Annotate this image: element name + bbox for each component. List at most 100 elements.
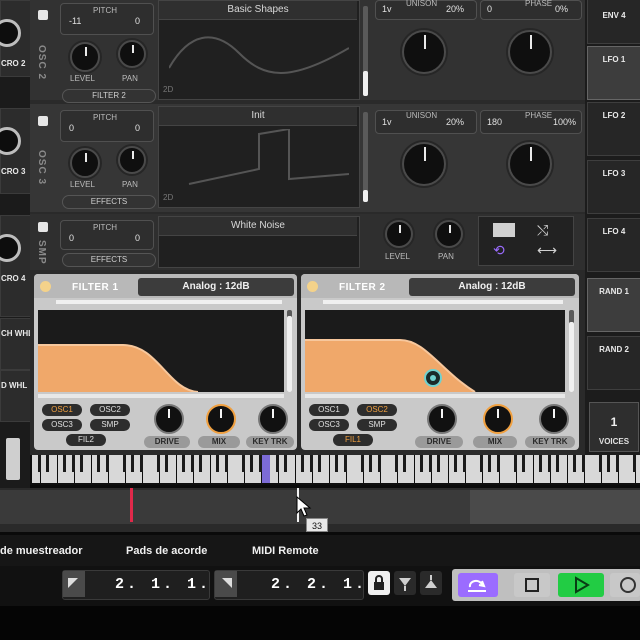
left-locator[interactable]: 2. 1. 1. 0 [62,570,232,600]
piano-white-key[interactable] [559,455,567,483]
filter2-route-smp[interactable]: SMP [357,419,397,431]
piano-white-key[interactable] [168,455,176,483]
osc3-phase-random[interactable]: 100% [553,117,576,127]
smp-route-selector[interactable]: EFFECTS [62,253,156,267]
smp-sample-display[interactable]: White Noise [158,216,360,268]
cycle-icon[interactable] [458,573,498,597]
piano-keyboard[interactable] [30,455,640,485]
timeline-strip[interactable]: 33 [0,488,640,532]
lock-icon[interactable] [368,571,390,595]
left-tab-macro-2[interactable]: CRO 2 [0,0,32,77]
osc2-phase-value[interactable]: 0 [487,4,492,14]
filter2-type-selector[interactable]: Analog : 12dB [409,278,575,296]
osc3-enable-toggle[interactable] [38,116,48,126]
filter1-route-smp[interactable]: SMP [90,419,130,431]
filter1-cutoff-slider[interactable] [38,394,284,398]
osc3-unison-knob[interactable] [402,142,446,186]
random-start-icon[interactable]: ⤭ [537,223,559,237]
osc3-route-selector[interactable]: EFFECTS [62,195,156,209]
piano-white-key[interactable] [227,455,236,483]
tab-sampler-control[interactable]: de muestreador [0,545,83,557]
piano-white-key[interactable] [287,455,295,483]
piano-white-key[interactable] [465,455,474,483]
piano-white-key[interactable] [202,455,210,483]
play-icon[interactable] [558,573,604,597]
filter1-enable-toggle[interactable] [40,281,51,292]
osc3-pan-knob[interactable] [118,146,146,174]
macro-4-knob[interactable] [0,234,21,262]
osc2-pitch-semitone[interactable]: 0 [135,16,140,26]
tab-midi-remote[interactable]: MIDI Remote [252,545,319,557]
filter2-blend-slider[interactable] [323,300,563,304]
osc2-level-knob[interactable] [70,42,100,72]
mod-tab-lfo3[interactable]: LFO 3 [587,160,640,214]
piano-white-key[interactable] [635,455,640,483]
filter2-response-graph[interactable] [305,310,565,393]
filter1-drive-knob[interactable] [154,404,184,434]
piano-white-key[interactable] [83,455,91,483]
filter1-keytrack-knob[interactable] [258,404,288,434]
osc3-level-knob[interactable] [70,148,100,178]
smp-pitch-semitone[interactable]: 0 [135,233,140,243]
filter1-type-selector[interactable]: Analog : 12dB [138,278,294,296]
filter2-enable-toggle[interactable] [307,281,318,292]
mod-tab-lfo1[interactable]: LFO 1 [587,46,640,100]
piano-white-key[interactable] [406,455,414,483]
piano-white-key[interactable] [584,455,593,483]
piano-white-key[interactable] [499,455,508,483]
osc3-pitch-octave[interactable]: 0 [69,123,74,133]
filter2-route-fil1[interactable]: FIL1 [333,434,373,446]
osc2-phase-random[interactable]: 0% [555,4,568,14]
playhead-marker[interactable] [130,488,133,522]
mod-tab-rand1[interactable]: RAND 1 [587,278,640,332]
piano-white-key[interactable] [49,455,57,483]
osc2-phase-knob[interactable] [508,30,552,74]
smp-pan-knob[interactable] [435,220,463,248]
macro-2-knob[interactable] [0,19,21,47]
osc3-wavetable-display[interactable]: Init 2D [158,106,360,208]
piano-white-key[interactable] [525,455,533,483]
filter1-route-osc1[interactable]: OSC1 [42,404,82,416]
piano-white-key[interactable] [108,455,117,483]
osc2-unison-value[interactable]: 20% [446,4,464,14]
piano-white-key[interactable] [618,455,627,483]
piano-white-key[interactable] [346,455,355,483]
stop-icon[interactable] [514,573,550,597]
loop-icon[interactable]: ⟲ [493,243,515,257]
voices-value[interactable]: 1 [590,415,638,429]
punch-in-icon[interactable] [394,571,416,595]
osc3-unison-value[interactable]: 20% [446,117,464,127]
filter2-drive-knob[interactable] [427,404,457,434]
left-locator-icon[interactable] [63,571,85,597]
piano-white-key[interactable] [321,455,329,483]
filter2-route-osc2[interactable]: OSC2 [357,404,397,416]
mod-tab-env4[interactable]: ENV 4 [587,0,640,44]
left-tab-macro-3[interactable]: CRO 3 [0,108,32,194]
timeline-selected-region[interactable] [470,490,640,524]
osc2-pan-knob[interactable] [118,40,146,68]
filter2-mix-knob[interactable] [483,404,513,434]
osc2-wavetable-display[interactable]: Basic Shapes 2D [158,0,360,100]
smp-level-knob[interactable] [385,220,413,248]
filter1-resonance-slider[interactable] [287,310,292,392]
left-tab-macro-4[interactable]: CRO 4 [0,215,32,317]
piano-white-key[interactable] [380,455,389,483]
osc3-frame-slider[interactable] [363,112,368,202]
bounce-icon[interactable]: ⟷ [537,243,559,257]
filter2-resonance-slider[interactable] [569,310,574,392]
punch-out-icon[interactable] [420,571,442,595]
osc3-preset-name[interactable]: Init [159,107,357,126]
mod-tab-rand2[interactable]: RAND 2 [587,336,640,390]
osc3-phase-knob[interactable] [508,142,552,186]
keytrack-icon[interactable] [493,223,515,237]
filter2-cutoff-slider[interactable] [305,394,565,398]
osc2-pitch-octave[interactable]: -11 [69,16,81,26]
left-tab-mod-wheel[interactable]: D WHL [0,370,32,422]
filter1-route-osc3[interactable]: OSC3 [42,419,82,431]
filter1-route-osc2[interactable]: OSC2 [90,404,130,416]
piano-white-key[interactable] [142,455,151,483]
piano-white-key[interactable] [261,455,270,483]
right-locator[interactable]: 2. 2. 1. 0 [214,570,388,600]
tab-chord-pads[interactable]: Pads de acorde [126,545,207,557]
osc2-unison-voices[interactable]: 1v [382,4,392,14]
